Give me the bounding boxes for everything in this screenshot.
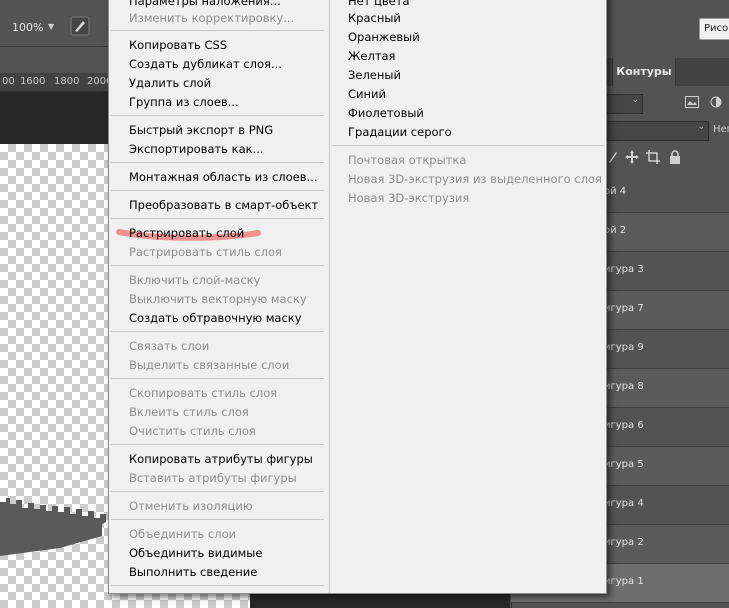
menu-item-convert-smart-object[interactable]: Преобразовать в смарт-объект [129,198,318,212]
menu-item-color-grayscale[interactable]: Градации серого [348,125,452,139]
menu-item-export-as[interactable]: Экспортировать как... [129,142,264,156]
draw-button[interactable]: Рисов [699,18,729,40]
menu-item-duplicate-layer[interactable]: Создать дубликат слоя... [129,57,282,71]
adjustment-icon[interactable] [710,96,722,108]
layer-name: игура 1 [604,576,644,587]
menu-item-disable-vector-mask[interactable]: Выключить векторную маску [129,292,307,306]
menu-item-postcard[interactable]: Почтовая открытка [348,153,466,167]
layer-filter-select[interactable]: ⌄ [603,121,709,141]
menu-item-select-linked-layers[interactable]: Выделить связанные слои [129,358,289,372]
layer-name: игура 3 [604,264,644,275]
menu-item-artboard-from-layers[interactable]: Монтажная область из слоев... [129,170,317,184]
tab-contours[interactable]: Контуры [612,58,676,86]
menu-item-paste-shape-attributes[interactable]: Вставить атрибуты фигуры [129,471,297,485]
menu-item-enable-layer-mask[interactable]: Включить слой-маску [129,273,260,287]
menu-separator [111,585,324,586]
menu-item-release-isolation[interactable]: Отменить изоляцию [129,499,253,513]
layer-context-menu: Параметры наложения... Изменить корректи… [108,0,607,594]
menu-item-color-green[interactable]: Зеленый [348,68,401,82]
image-icon[interactable] [685,96,699,108]
ruler-tick: 1800 [54,76,80,87]
menu-item-color-red[interactable]: Красный [348,11,401,25]
menu-separator [111,115,324,116]
menu-separator [111,378,324,379]
menu-item-rasterize-layer-style[interactable]: Растрировать стиль слоя [129,245,282,259]
menu-item-group-from-layers[interactable]: Группа из слоев... [129,95,239,109]
ruler-tick: 00 [2,76,15,87]
menu-separator [111,444,324,445]
menu-item-blending-options[interactable]: Параметры наложения... [129,0,281,8]
blend-mode-select[interactable]: ⌄ [603,94,643,114]
menu-separator [111,519,324,520]
menu-item-paste-layer-style[interactable]: Вклеить стиль слоя [129,405,249,419]
menu-separator [111,190,324,191]
layer-name: игура 5 [604,459,644,470]
menu-item-color-violet[interactable]: Фиолетовый [348,106,424,120]
layer-name: игура 4 [604,498,644,509]
lock-icon[interactable] [669,150,681,164]
menu-item-color-yellow[interactable]: Желтая [348,49,395,63]
menu-column-divider [329,0,330,593]
menu-item-edit-adjustment[interactable]: Изменить корректировку... [129,11,294,25]
workspace-background [0,92,108,144]
opacity-label: Неп [713,124,729,135]
move-icon[interactable] [625,150,639,164]
ruler-tick: 1600 [20,76,46,87]
chevron-down-icon: ⌄ [697,122,705,132]
menu-item-link-layers[interactable]: Связать слои [129,339,209,353]
menu-item-color-none[interactable]: Нет цвета [348,0,410,8]
shape-layer-graphic [0,498,106,556]
layer-name: игура 6 [604,420,644,431]
zoom-value[interactable]: 100% [12,21,43,34]
menu-separator [111,491,324,492]
menu-separator [111,265,324,266]
menu-item-3d-extrusion[interactable]: Новая 3D-экструзия [348,191,469,205]
menu-item-copy-shape-attributes[interactable]: Копировать атрибуты фигуры [129,452,313,466]
menu-item-copy-css[interactable]: Копировать CSS [129,38,227,52]
menu-separator [332,145,604,146]
horizontal-ruler: 00 1600 1800 2000 [0,73,112,92]
menu-separator [111,331,324,332]
layer-name: игура 8 [604,381,644,392]
brush-lock-icon[interactable] [607,150,619,164]
menu-item-rasterize-layer[interactable]: Растрировать слой [129,226,244,240]
chevron-down-icon[interactable]: ▼ [48,22,54,31]
layer-name: ой 2 [604,225,627,236]
menu-item-create-clipping-mask[interactable]: Создать обтравочную маску [129,311,302,325]
menu-item-copy-layer-style[interactable]: Скопировать стиль слоя [129,386,277,400]
menu-item-quick-export-png[interactable]: Быстрый экспорт в PNG [129,123,273,137]
layer-name: игура 9 [604,342,644,353]
brush-pressure-icon[interactable] [70,16,90,36]
menu-separator [111,30,324,31]
menu-item-clear-layer-style[interactable]: Очистить стиль слоя [129,424,256,438]
menu-item-merge-visible[interactable]: Объединить видимые [129,546,262,560]
menu-item-delete-layer[interactable]: Удалить слой [129,76,211,90]
menu-item-color-orange[interactable]: Оранжевый [348,30,420,44]
menu-separator [111,218,324,219]
artboard-icon[interactable] [646,150,660,164]
menu-separator [111,162,324,163]
menu-item-merge-layers[interactable]: Объединить слои [129,527,236,541]
chevron-down-icon: ⌄ [631,95,639,105]
menu-item-3d-extrusion-from-selected[interactable]: Новая 3D-экструзия из выделенного слоя [348,172,602,186]
layer-name: игура 2 [604,537,644,548]
menu-item-color-blue[interactable]: Синий [348,87,386,101]
menu-item-flatten-image[interactable]: Выполнить сведение [129,565,257,579]
layer-name: ой 4 [604,186,627,197]
layer-name: игура 7 [604,303,644,314]
